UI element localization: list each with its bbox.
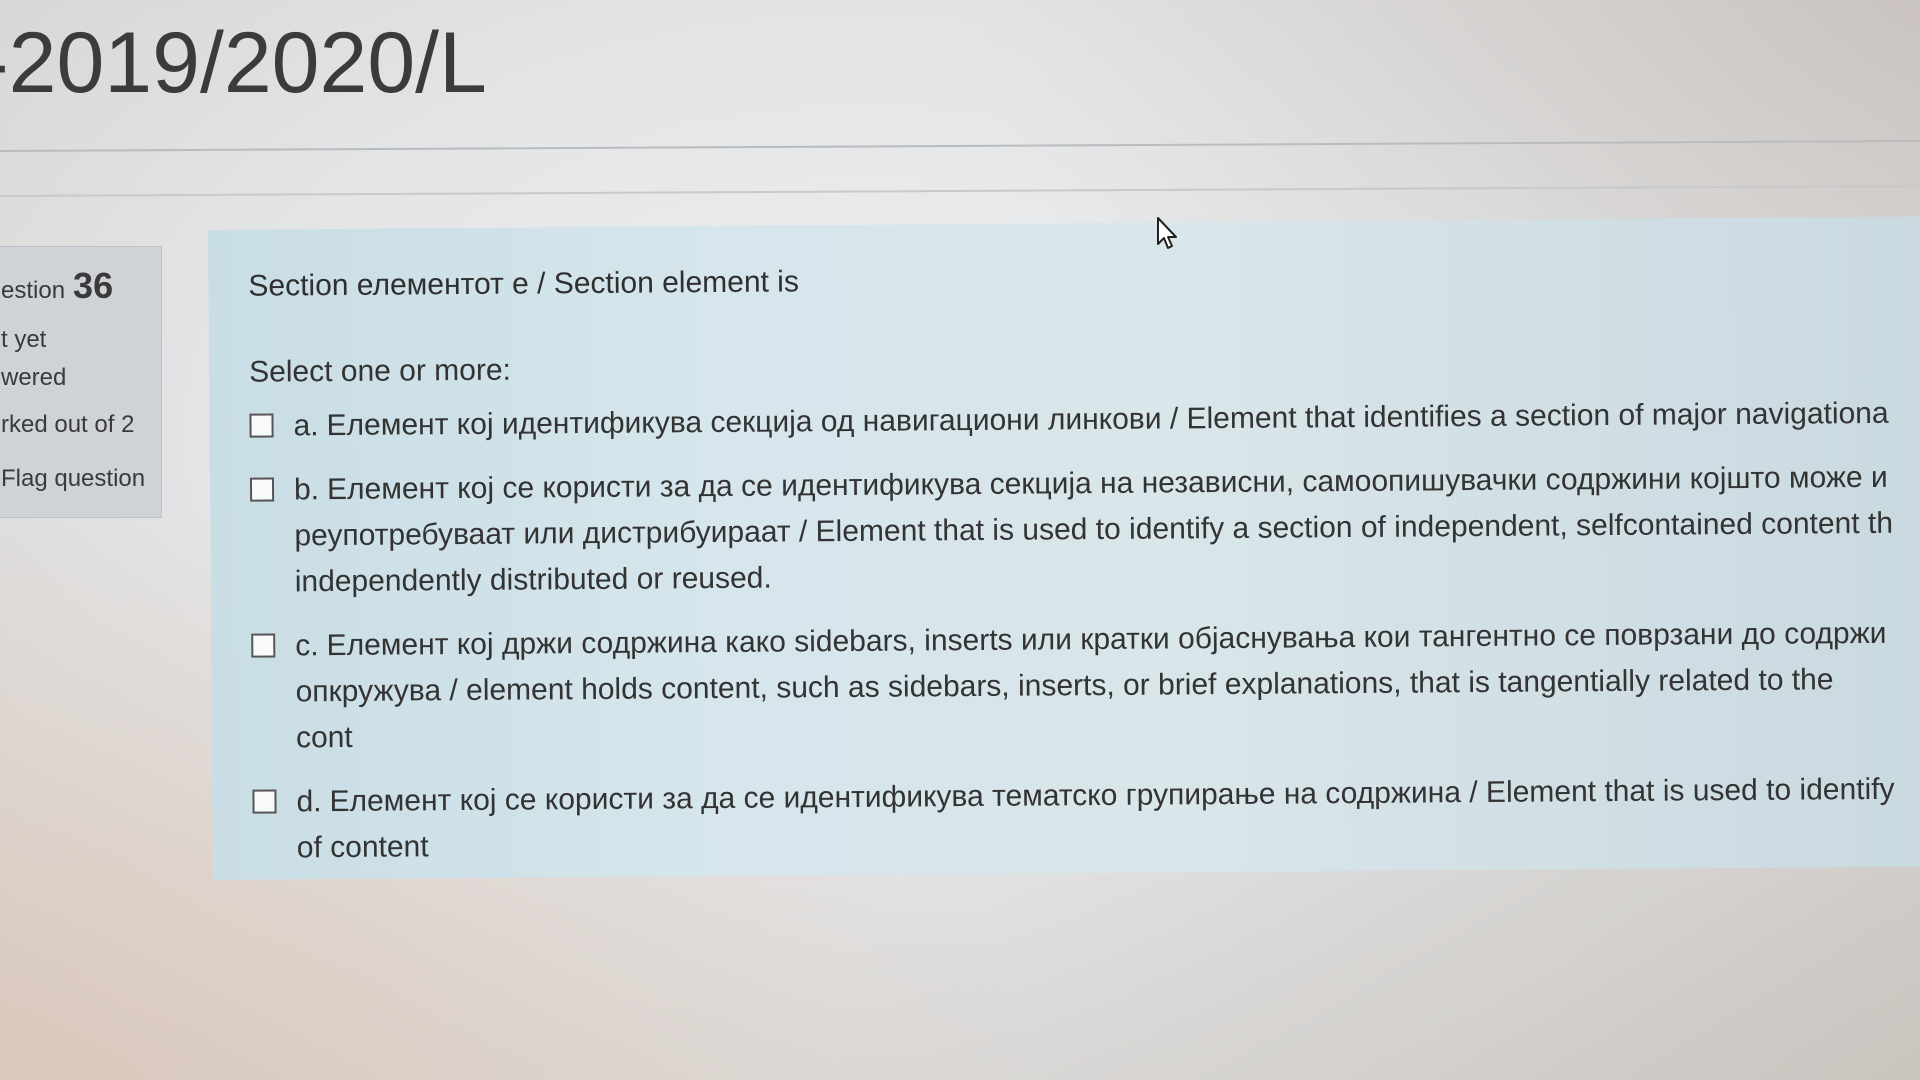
option-d-label: Елемент кој се користи за да се идентифи… — [296, 772, 1895, 865]
option-d-checkbox[interactable] — [252, 789, 277, 814]
option-a-text[interactable]: a. Елемент кој идентификува секција од на… — [293, 391, 1893, 450]
option-a[interactable]: a. Елемент кој идентификува секција од на… — [249, 390, 1920, 449]
option-a-letter: a. — [293, 409, 319, 443]
question-marks: rked out of 2 — [1, 411, 135, 438]
state-line-1: t yet — [1, 326, 47, 353]
question-text: Section елементот е / Section element is — [248, 265, 800, 303]
option-d[interactable]: d. Елемент кој се користи за да се иденти… — [252, 766, 1920, 871]
option-b[interactable]: b. Елемент кој се користи за да се иденти… — [249, 454, 1920, 606]
option-a-label: Елемент кој идентификува секција од нави… — [326, 396, 1889, 443]
nav-divider — [0, 184, 1920, 197]
question-number-line: estion 36 — [1, 265, 161, 307]
header-divider — [0, 139, 1920, 152]
option-a-checkbox[interactable] — [249, 413, 274, 438]
option-b-checkbox[interactable] — [249, 477, 275, 502]
state-line-2: wered — [1, 364, 67, 391]
option-c-letter: c. — [295, 629, 319, 663]
question-info-panel: estion 36 t yet wered rked out of 2 Flag … — [0, 246, 162, 518]
option-b-text[interactable]: b. Елемент кој се користи за да се иденти… — [294, 455, 1895, 606]
question-label: estion — [1, 277, 66, 304]
option-d-letter: d. — [296, 785, 322, 819]
option-c-text[interactable]: c. Елемент кој држи содржина како sidebar… — [295, 611, 1896, 762]
option-c[interactable]: c. Елемент кој држи содржина како sidebar… — [251, 610, 1920, 761]
option-c-checkbox[interactable] — [251, 633, 276, 658]
mouse-pointer-icon — [1157, 217, 1177, 249]
option-b-label: Елемент кој се користи за да се идентифи… — [294, 460, 1894, 599]
answer-options: a. Елемент кој идентификува секција од на… — [249, 390, 1920, 871]
option-c-label: Елемент кој држи содржина како sidebars,… — [295, 616, 1887, 755]
option-d-text[interactable]: d. Елемент кој се користи за да се иденти… — [296, 767, 1897, 872]
flag-question-link[interactable]: Flag question — [1, 465, 161, 493]
question-number: 36 — [73, 265, 114, 306]
question-state: t yet wered — [1, 321, 161, 397]
course-title: -2019/2020/L — [0, 15, 487, 111]
answer-prompt: Select one or more: — [248, 353, 512, 389]
option-b-letter: b. — [293, 473, 320, 507]
question-formulation: Section елементот е / Section element is… — [208, 216, 1920, 880]
